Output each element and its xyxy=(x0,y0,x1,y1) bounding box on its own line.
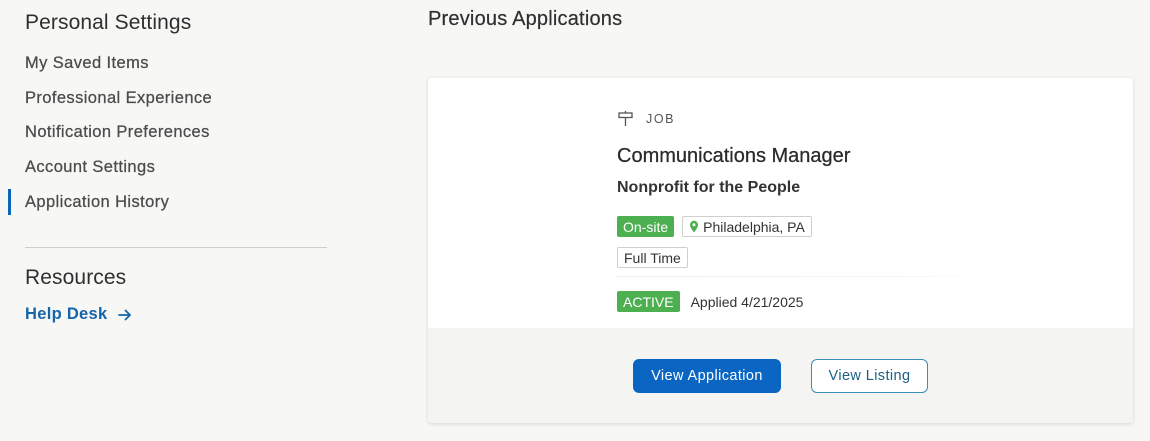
view-application-button[interactable]: View Application xyxy=(633,359,781,393)
settings-nav: My Saved Items Professional Experience N… xyxy=(0,50,340,223)
sidebar: Personal Settings My Saved Items Profess… xyxy=(0,0,340,441)
organization-name: Nonprofit for the People xyxy=(617,179,801,196)
job-title: Communications Manager xyxy=(617,145,851,167)
sidebar-item-label: Notification Preferences xyxy=(25,123,210,142)
sidebar-item-notification-preferences[interactable]: Notification Preferences xyxy=(0,119,340,154)
sidebar-divider xyxy=(25,247,327,248)
map-pin-icon xyxy=(690,220,699,233)
page: Personal Settings My Saved Items Profess… xyxy=(0,0,1150,441)
employment-type-badge: Full Time xyxy=(617,247,688,268)
personal-settings-heading: Personal Settings xyxy=(25,11,192,34)
application-card-body: JOB Communications Manager Nonprofit for… xyxy=(428,78,1133,328)
help-desk-link[interactable]: Help Desk xyxy=(25,305,132,324)
listing-type: JOB xyxy=(617,110,675,127)
listing-type-label: JOB xyxy=(646,111,676,126)
view-listing-button[interactable]: View Listing xyxy=(811,359,928,393)
application-card-actions: View Application View Listing xyxy=(428,328,1133,423)
status-row: ACTIVE Applied 4/21/2025 xyxy=(617,291,803,312)
sidebar-item-label: Account Settings xyxy=(25,158,156,177)
sidebar-item-professional-experience[interactable]: Professional Experience xyxy=(0,85,340,120)
signpost-icon xyxy=(618,111,633,126)
status-badge: ACTIVE xyxy=(617,291,680,312)
applied-date: Applied 4/21/2025 xyxy=(690,293,804,310)
sidebar-item-account-settings[interactable]: Account Settings xyxy=(0,154,340,189)
tag-row: On-site Philadelphia, PA xyxy=(617,216,812,237)
location-badge: Philadelphia, PA xyxy=(682,216,812,237)
page-title: Previous Applications xyxy=(428,8,623,30)
resources-heading: Resources xyxy=(25,266,127,289)
sidebar-item-label: Application History xyxy=(25,192,170,211)
sidebar-item-label: Professional Experience xyxy=(25,88,213,107)
sidebar-item-saved-items[interactable]: My Saved Items xyxy=(0,50,340,85)
sidebar-item-application-history[interactable]: Application History xyxy=(0,188,340,224)
application-card: JOB Communications Manager Nonprofit for… xyxy=(428,78,1133,423)
work-mode-badge: On-site xyxy=(617,216,675,237)
help-desk-label: Help Desk xyxy=(25,305,108,323)
card-divider xyxy=(617,276,997,277)
tag-row: Full Time xyxy=(617,247,688,268)
sidebar-item-label: My Saved Items xyxy=(25,54,149,72)
location-label: Philadelphia, PA xyxy=(703,218,805,235)
arrow-right-icon xyxy=(117,309,131,320)
